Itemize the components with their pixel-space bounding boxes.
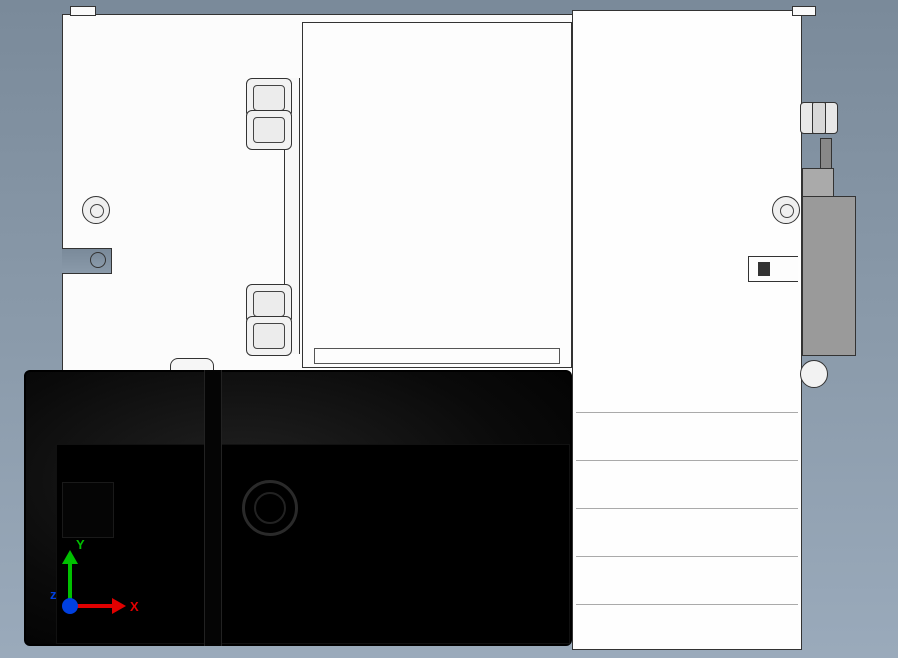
fastener-hex-left — [82, 196, 110, 224]
column-shade-line — [576, 604, 798, 605]
axis-z-label: z — [50, 587, 57, 602]
column-shade-line — [576, 460, 798, 461]
cad-viewport[interactable]: X Y z — [0, 0, 898, 658]
motor-face-ring-inner — [254, 492, 286, 524]
view-triad[interactable]: X Y z — [48, 540, 138, 630]
axis-x-label: X — [130, 599, 139, 614]
connector-stub-pin — [812, 102, 826, 134]
plate-notch-left-radius — [90, 252, 106, 268]
top-tab-right — [792, 6, 816, 16]
top-tab-left — [70, 6, 96, 16]
motor-connector-block — [62, 482, 114, 538]
plate-notch-right — [748, 256, 798, 282]
axis-y-label: Y — [76, 537, 85, 552]
standoff-boss-lower-b — [246, 316, 292, 356]
column-shade-line — [576, 508, 798, 509]
fastener-hex-right — [772, 196, 800, 224]
bracket-top — [802, 168, 834, 198]
column-shade-line — [576, 412, 798, 413]
standoff-boss-upper-b — [246, 110, 292, 150]
axis-x-arrow-icon — [112, 598, 126, 614]
assembly-cover-panel — [302, 22, 572, 368]
side-stud — [800, 360, 828, 388]
plate-notch-right-slot — [758, 262, 770, 276]
axis-z-dot-icon — [62, 598, 78, 614]
axis-y-arrow-icon — [62, 550, 78, 564]
assembly-cover-panel-ledge — [314, 348, 560, 364]
column-shade-line — [576, 556, 798, 557]
motor-clamp-band — [204, 370, 222, 646]
bracket-plate — [802, 196, 856, 356]
assembly-right-column — [572, 10, 802, 650]
